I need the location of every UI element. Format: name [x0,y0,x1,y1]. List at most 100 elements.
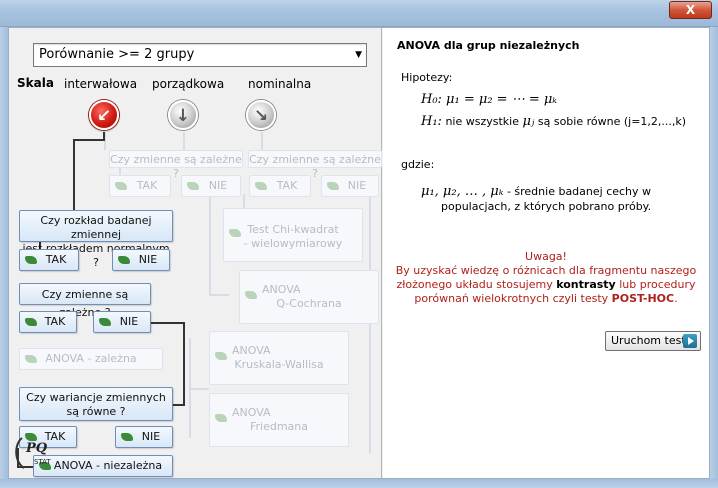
warning-line-3a: porównań wielokrotnych czyli testy [414,292,609,305]
cochran-q-node: ANOVA Q-Cochrana [239,270,379,324]
svg-text:PQ: PQ [25,441,48,456]
warning-line-2a: złożonego układu stosujemy [396,278,553,291]
window-frame-bottom [0,479,718,488]
description-panel: ANOVA dla grup niezależnych Hipotezy: H₀… [383,28,709,478]
scale-label-interval: interwałowa [64,77,138,91]
nie-button-ordinal: NIE [181,175,241,197]
arrow-down-right-icon[interactable]: ↘ [246,100,276,130]
contrasts-term: kontrasty [556,278,616,291]
friedman-line2: Friedmana [249,420,309,433]
normality-line1: Czy rozkład badanej zmiennej [40,214,152,241]
h1-mu: μⱼ [522,114,535,129]
nie-label: NIE [208,179,228,192]
tak-button-normality[interactable]: TAK [19,249,79,271]
warning-line-1: By uzyskać wiedzę o różnicach dla fragme… [395,264,697,277]
connector-line [73,139,105,141]
run-test-label: Uruchom test [611,334,686,347]
dependent-question-ordinal: Czy zmienne są zależne ? [109,150,243,180]
connector-line [173,404,185,406]
chi-square-line1: Test Chi-kwadrat [247,223,339,236]
connector-line [261,132,263,150]
window-frame-right [710,27,718,488]
friedman-line1: ANOVA [232,406,271,419]
connector-line [209,194,211,294]
h1-text-a: nie wszystkie [445,115,519,128]
warning-line-3c: . [674,292,678,305]
connector-line [243,194,245,208]
dependency-question[interactable]: Czy zmienne są zależne ? [19,283,151,319]
nie-button-dependency[interactable]: NIE [93,311,151,333]
cochran-line2: Q-Cochrana [276,297,342,310]
scale-label-nominal: nominalna [248,77,312,91]
arrow-down-icon[interactable]: ↓ [168,100,198,130]
h1-text-b: są sobie równe (j=1,2,...,k) [537,115,687,128]
warning-line-2: złożonego układu stosujemy kontrasty lub… [383,278,709,291]
leaf-icon [99,318,111,326]
means-symbols: μ₁, μ₂, … , μₖ [421,184,504,199]
kruskal-line1: ANOVA [232,344,271,357]
tak-label: TAK [276,179,298,192]
leaf-icon [25,256,37,264]
title-bar: X [0,0,718,27]
variance-line1: Czy wariancje zmiennych [26,391,166,404]
nie-button-normality[interactable]: NIE [112,249,170,271]
run-test-button[interactable]: Uruchom test [605,331,701,351]
cochran-line1: ANOVA [262,283,301,296]
arrow-down-left-icon[interactable]: ↙ [89,100,119,130]
svg-text:STAT: STAT [34,458,51,466]
connector-line [149,322,185,324]
connector-line [189,388,209,390]
hypotheses-heading: Hipotezy: [401,71,453,84]
connector-line [183,322,185,406]
leaf-icon [327,182,339,190]
variance-question[interactable]: Czy wariancje zmiennych są równe ? [19,387,173,421]
nie-label: NIE [138,253,158,266]
leaf-icon [215,414,227,422]
leaf-icon [118,256,130,264]
analysis-type-value: Porównanie >= 2 grupy [39,47,195,62]
warning-heading: Uwaga! [525,250,567,263]
tak-button-nominal: TAK [249,175,311,197]
leaf-icon [255,182,267,190]
anova-independent-label: ANOVA - niezależna [53,459,163,472]
window-frame-left [0,27,8,488]
leaf-icon [115,182,127,190]
kruskal-wallis-node: ANOVA Kruskala-Wallisa [209,331,349,385]
nie-label: NIE [141,430,161,443]
where-heading: gdzie: [401,158,435,171]
leaf-icon [229,229,241,237]
alternative-hypothesis: H₁: nie wszystkie μⱼ są sobie równe (j=1… [421,114,686,129]
dependent-question-nominal: Czy zmienne są zależne ? [248,150,382,180]
leaf-icon [215,352,227,360]
connector-line [369,323,371,453]
anova-dependent-label: ANOVA - zależna [45,352,137,365]
analysis-type-select[interactable]: Porównanie >= 2 grupy ▼ [33,43,367,67]
kruskal-line2: Kruskala-Wallisa [234,358,324,371]
anova-dependent-node: ANOVA - zależna [19,348,163,370]
test-title: ANOVA dla grup niezależnych [397,39,580,52]
means-definition: μ₁, μ₂, … , μₖ - średnie badanej cechy w [421,184,651,199]
variance-line2: są równe ? [66,405,126,418]
chi-square-test-node: Test Chi-kwadrat - wielowymiarowy [223,208,363,262]
normality-question[interactable]: Czy rozkład badanej zmiennej jest rozkła… [19,210,173,269]
tak-label: TAK [44,315,66,328]
h1-symbol: H₁: [421,114,442,129]
play-icon [683,334,697,348]
friedman-node: ANOVA Friedmana [209,393,349,447]
close-button[interactable]: X [669,1,712,19]
leaf-icon [245,291,257,299]
warning-line-3: porównań wielokrotnych czyli testy POST-… [383,292,709,305]
connector-line [73,139,75,211]
warning-line-2c: lub procedury [619,278,696,291]
post-hoc-term: POST-HOC [611,292,675,305]
chevron-down-icon: ▼ [355,50,362,60]
means-desc-2: populacjach, z których pobrano próby. [441,200,652,213]
connector-line [189,378,191,438]
leaf-icon [25,355,37,363]
tak-button-dependency[interactable]: TAK [19,311,77,333]
decision-tree-panel: Porównanie >= 2 grupy ▼ Skala interwałow… [9,28,382,478]
leaf-icon [25,318,37,326]
scale-heading: Skala [17,76,54,90]
nie-button-variance[interactable]: NIE [115,426,173,448]
tak-label: TAK [45,253,67,266]
